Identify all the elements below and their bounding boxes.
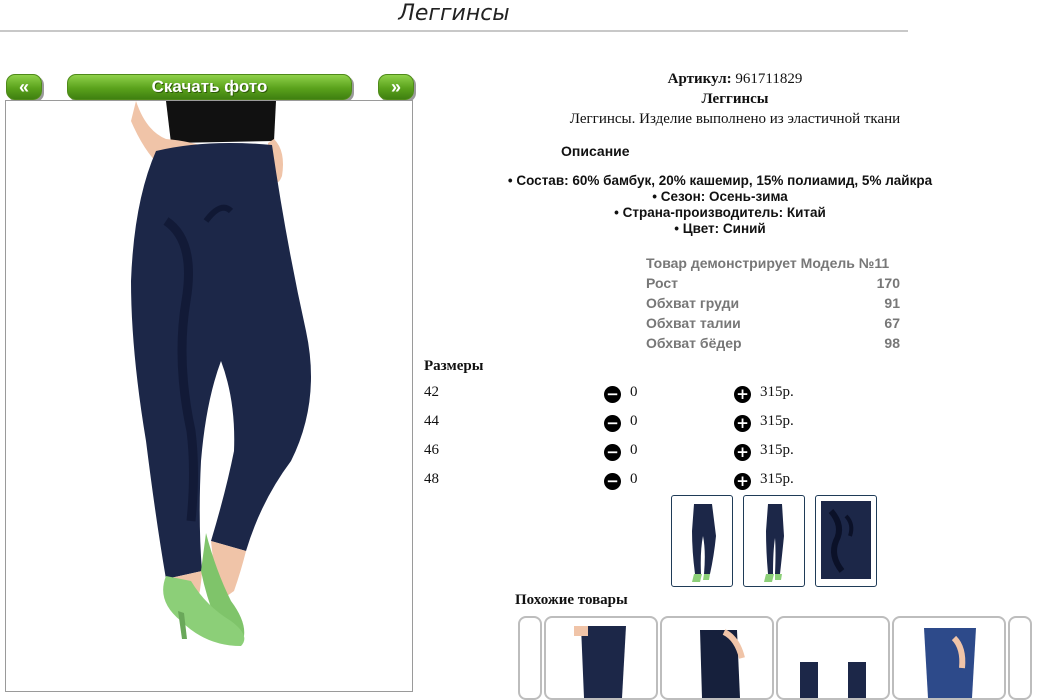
similar-prev-arrow[interactable]: [518, 616, 542, 700]
thumbnail-image: [821, 501, 871, 579]
size-row: 42 − 0 + 315р.: [424, 384, 844, 406]
photo-thumbnail[interactable]: [671, 495, 733, 587]
similar-product-card[interactable]: [892, 616, 1006, 700]
size-row: 48 − 0 + 315р.: [424, 471, 844, 493]
article-line: Артикул: 961711829: [420, 71, 1050, 88]
prev-photo-button[interactable]: «: [6, 74, 42, 100]
size-row: 44 − 0 + 315р.: [424, 413, 844, 435]
size-price: 315р.: [760, 442, 794, 458]
photo-thumbnail[interactable]: [815, 495, 877, 587]
product-summary: Леггинсы. Изделие выполнено из эластично…: [569, 111, 901, 127]
model-row: Обхват бёдер 98: [646, 333, 900, 353]
size-price: 315р.: [760, 413, 794, 429]
page-title: Леггинсы: [0, 0, 908, 32]
size-price: 315р.: [760, 384, 794, 400]
similar-product-card[interactable]: [544, 616, 658, 700]
size-quantity: 0: [630, 413, 638, 429]
article-value: 961711829: [735, 71, 803, 87]
model-row-label: Рост: [646, 275, 678, 291]
description-list: • Состав: 60% бамбук, 20% кашемир, 15% п…: [330, 173, 1058, 237]
thumbnail-image: [764, 504, 784, 582]
model-row: Обхват талии 67: [646, 313, 900, 333]
description-heading: Описание: [561, 143, 630, 159]
photo-thumbnail[interactable]: [743, 495, 805, 587]
model-row-value: 170: [876, 275, 900, 291]
next-photo-button[interactable]: »: [378, 74, 414, 100]
description-item: • Сезон: Осень-зима: [652, 189, 788, 204]
similar-products-heading: Похожие товары: [515, 592, 628, 608]
size-label: 42: [424, 384, 439, 400]
description-item: • Страна-производитель: Китай: [614, 205, 826, 220]
product-name: Леггинсы: [701, 91, 769, 107]
size-label: 44: [424, 413, 439, 429]
article-label: Артикул:: [667, 71, 732, 87]
size-quantity: 0: [630, 471, 638, 487]
size-label: 46: [424, 442, 439, 458]
description-item: • Цвет: Синий: [674, 221, 766, 236]
minus-circle-icon[interactable]: −: [604, 415, 621, 432]
model-row-value: 91: [884, 295, 900, 311]
size-quantity: 0: [630, 384, 638, 400]
plus-circle-icon[interactable]: +: [734, 444, 751, 461]
minus-circle-icon[interactable]: −: [604, 473, 621, 490]
model-row: Рост 170: [646, 273, 900, 293]
similar-product-image: [800, 662, 866, 698]
model-row-label: Обхват талии: [646, 315, 741, 331]
similar-product-card[interactable]: [776, 616, 890, 700]
similar-product-image: [574, 626, 626, 698]
sizes-heading: Размеры: [424, 358, 484, 374]
similar-product-image: [924, 628, 976, 698]
model-row-label: Обхват груди: [646, 295, 740, 311]
model-row-value: 98: [884, 335, 900, 351]
similar-product-card[interactable]: [660, 616, 774, 700]
model-measurements: Товар демонстрирует Модель №11 Рост 170 …: [646, 253, 900, 353]
plus-circle-icon[interactable]: +: [734, 473, 751, 490]
plus-circle-icon[interactable]: +: [734, 386, 751, 403]
size-price: 315р.: [760, 471, 794, 487]
minus-circle-icon[interactable]: −: [604, 386, 621, 403]
description-item: • Состав: 60% бамбук, 20% кашемир, 15% п…: [507, 173, 933, 188]
model-heading-text: Товар демонстрирует Модель №11: [646, 255, 890, 271]
minus-circle-icon[interactable]: −: [604, 444, 621, 461]
model-heading: Товар демонстрирует Модель №11: [646, 253, 900, 273]
thumbnail-image: [692, 504, 716, 582]
download-photo-button[interactable]: Скачать фото: [67, 74, 352, 100]
model-row-label: Обхват бёдер: [646, 335, 742, 351]
model-row: Обхват груди 91: [646, 293, 900, 313]
model-row-value: 67: [884, 315, 900, 331]
similar-next-arrow[interactable]: [1008, 616, 1032, 700]
similar-product-image: [700, 629, 745, 698]
size-row: 46 − 0 + 315р.: [424, 442, 844, 464]
size-label: 48: [424, 471, 439, 487]
plus-circle-icon[interactable]: +: [734, 415, 751, 432]
size-quantity: 0: [630, 442, 638, 458]
